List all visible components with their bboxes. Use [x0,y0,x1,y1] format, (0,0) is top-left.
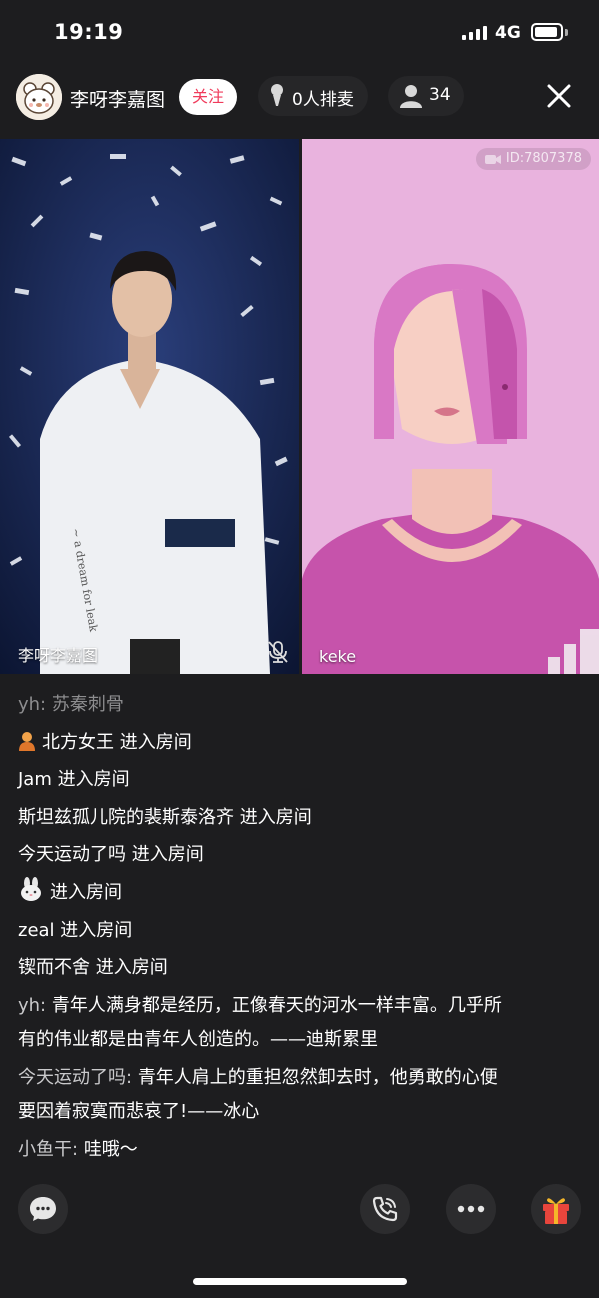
chat-text: 青年人满身都是经历，正像春天的河水一样丰富。几乎所有的伟业都是由青年人创造的。—… [18,994,502,1050]
voice-call-button[interactable] [360,1184,410,1234]
video-camera-icon [484,155,501,164]
rabbit-emoji-icon [21,876,41,901]
audience-button[interactable]: 34 [388,76,464,116]
host-info[interactable]: 李呀李嘉图 关注 [16,74,240,120]
chat-text: 哇哦～ [83,1138,138,1160]
chat-message: 今天运动了吗 进入房间 [18,836,578,874]
chat-message: 斯坦兹孤儿院的裴斯泰洛齐 进入房间 [18,799,578,837]
network-type: 4G [495,23,521,43]
seat-name-right: keke [319,647,357,666]
chat-text: 苏秦刺骨 [51,694,124,715]
mic-seat-left[interactable]: ~ a dream for leak 李呀李嘉图 [0,139,299,674]
chat-sender: 小鱼干: [18,1138,79,1160]
chat-message: Jam 进入房间 [18,761,578,799]
chat-text: 斯坦兹孤儿院的裴斯泰洛齐 进入房间 [18,806,312,828]
battery-cap [565,29,568,36]
stage: ~ a dream for leak 李呀李嘉图 ID:7807378 keke [0,139,599,674]
chat-message: 今天运动了吗: 青年人肩上的重担忽然卸去时，他勇敢的心便要因着寂寞而悲哀了!——… [18,1059,502,1131]
mic-queue-label: 0人排麦 [292,90,354,110]
chat-sender: yh: [18,994,47,1016]
mic-muted-icon [268,641,288,663]
chat-message: 北方女王 进入房间 [18,724,578,762]
more-button[interactable] [446,1184,496,1234]
room-header: 李呀李嘉图 关注 0人排麦 34 [0,66,599,134]
gift-icon [543,1198,569,1224]
chat-message: 小鱼干: 哇哦～ [18,1131,578,1169]
room-id: ID:7807378 [505,151,582,166]
status-time: 19:19 [54,20,124,44]
chat-text: Jam 进入房间 [18,769,130,791]
follow-button[interactable]: 关注 [179,79,237,115]
signal-strength-icon [462,26,488,40]
chat-message: 锲而不舍 进入房间 [18,949,578,987]
bear-avatar-icon [16,74,62,120]
person-icon [400,85,422,108]
chat-message: zeal 进入房间 [18,912,578,950]
host-name: 李呀李嘉图 [70,89,166,111]
default-avatar-image [302,139,599,674]
chat-message: 进入房间 [18,874,578,912]
chat-text: 北方女王 进入房间 [42,731,192,753]
chat-sender: 今天运动了吗: [18,1066,133,1088]
close-icon[interactable] [543,80,575,112]
chat-message: yh: 苏秦刺骨 [18,686,578,724]
chat-text: 今天运动了吗 进入房间 [18,844,204,866]
chat-message: yh: 青年人满身都是经历，正像春天的河水一样丰富。几乎所有的伟业都是由青年人创… [18,987,502,1059]
chat-text: 锲而不舍 进入房间 [18,957,168,979]
phone-icon [372,1196,398,1222]
host-avatar[interactable] [16,74,62,120]
bottom-toolbar [0,1184,599,1234]
chat-input-button[interactable] [18,1184,68,1234]
chat-text: zeal 进入房间 [18,919,133,941]
mic-seat-right[interactable]: ID:7807378 keke [302,139,599,674]
room-id-badge: ID:7807378 [475,148,591,170]
home-indicator[interactable] [193,1278,407,1285]
seat-name-left: 李呀李嘉图 [18,646,99,665]
mic-queue-button[interactable]: 0人排麦 [258,76,368,116]
chat-text: 进入房间 [50,881,122,903]
chat-list[interactable]: yh: 苏秦刺骨 北方女王 进入房间 Jam 进入房间 斯坦兹孤儿院的裴斯泰洛齐… [18,686,578,1168]
microphone-icon [271,84,283,106]
audience-count: 34 [429,85,451,105]
gift-button[interactable] [531,1184,581,1234]
status-bar: 19:19 4G [0,0,599,66]
chat-sender: yh: [18,694,47,715]
battery-icon [531,23,563,41]
chat-bubble-icon [30,1197,56,1221]
more-dots-icon [457,1205,485,1213]
avatar-badge-icon [19,731,35,751]
host-video-image: ~ a dream for leak [0,139,299,674]
